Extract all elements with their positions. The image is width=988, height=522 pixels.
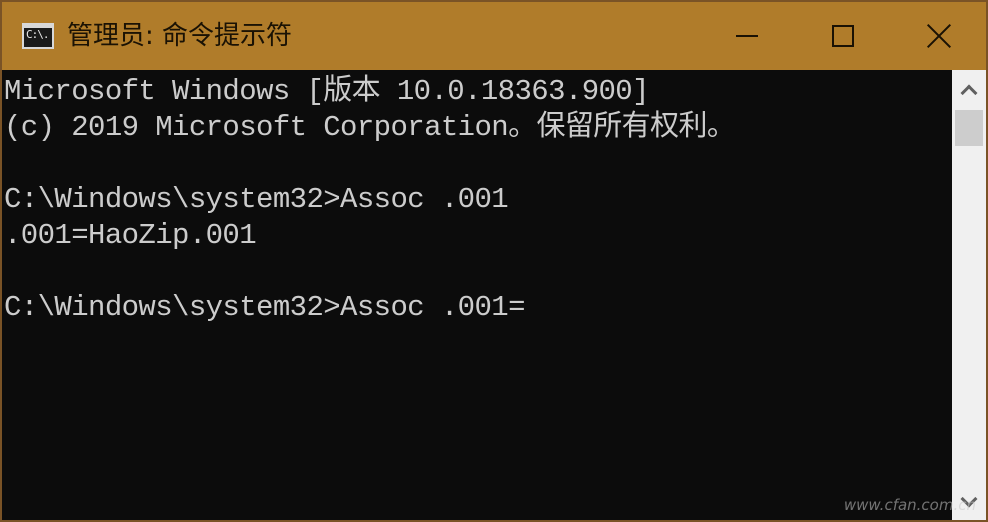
minimize-button[interactable] (699, 2, 795, 70)
console-line: (c) 2019 Microsoft Corporation。保留所有权利。 (4, 111, 736, 144)
vertical-scrollbar[interactable] (952, 70, 986, 520)
watermark: www.cfan.com.cn (843, 496, 976, 514)
maximize-icon (832, 25, 854, 47)
scroll-up-button[interactable] (952, 70, 986, 110)
console-line: .001=HaoZip.001 (4, 219, 257, 252)
chevron-up-icon (960, 84, 978, 102)
title-bar[interactable]: C:\. 管理员: 命令提示符 (2, 2, 986, 70)
close-button[interactable] (891, 2, 986, 70)
console-output[interactable]: Microsoft Windows [版本 10.0.18363.900] (c… (2, 70, 952, 520)
maximize-button[interactable] (795, 2, 891, 70)
minimize-icon (736, 35, 758, 37)
cmd-app-icon[interactable]: C:\. (22, 23, 54, 49)
console-prompt-line[interactable]: C:\Windows\system32>Assoc .001= (4, 290, 952, 326)
window-title: 管理员: 命令提示符 (67, 21, 293, 51)
console-line: C:\Windows\system32>Assoc .001 (4, 183, 509, 216)
cmd-app-icon-text: C:\. (26, 28, 49, 41)
scroll-thumb[interactable] (955, 110, 983, 146)
close-icon (926, 23, 952, 49)
console-line: Microsoft Windows [版本 10.0.18363.900] (4, 75, 650, 108)
cmd-window: C:\. 管理员: 命令提示符 Microsoft Windows [版本 10… (0, 0, 988, 522)
